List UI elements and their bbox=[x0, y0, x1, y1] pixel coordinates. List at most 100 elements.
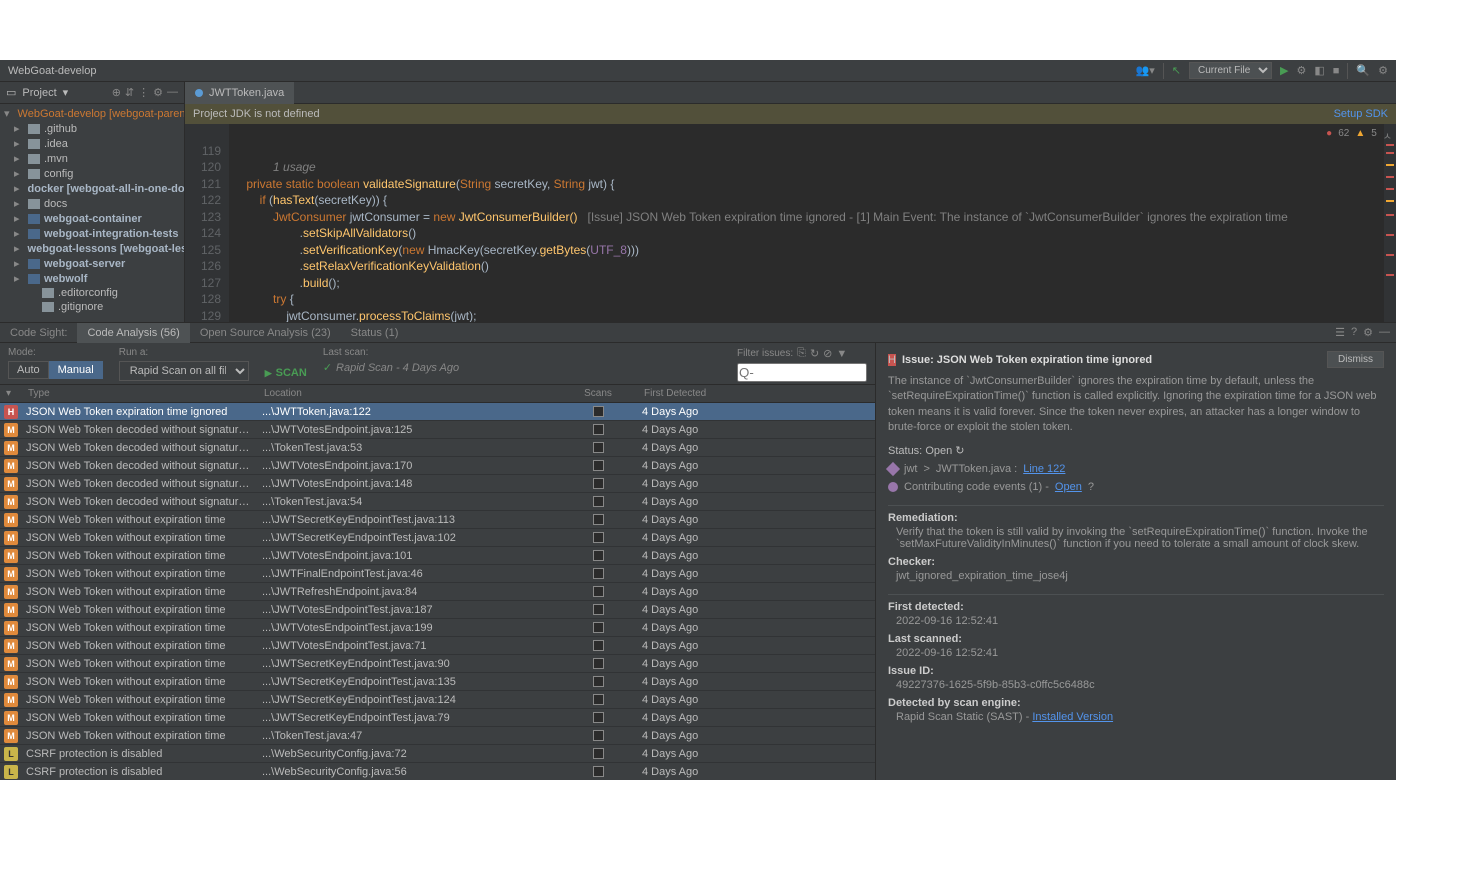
panel-tab[interactable]: Code Sight: bbox=[0, 323, 77, 343]
refresh-icon[interactable]: ↻ bbox=[810, 347, 819, 360]
tree-item[interactable]: ▸webgoat-container bbox=[0, 211, 184, 226]
table-row[interactable]: MJSON Web Token without expiration time.… bbox=[0, 511, 875, 529]
table-row[interactable]: MJSON Web Token without expiration time.… bbox=[0, 583, 875, 601]
tree-root[interactable]: ▾WebGoat-develop [webgoat-parent] bbox=[0, 106, 184, 121]
hammer-icon[interactable]: ↖ bbox=[1172, 64, 1181, 77]
gutter: 119120121122123124125126127128129 bbox=[185, 124, 229, 322]
last-scanned-value: 2022-09-16 12:52:41 bbox=[888, 647, 1384, 659]
table-row[interactable]: HJSON Web Token expiration time ignored.… bbox=[0, 403, 875, 421]
hide-icon[interactable]: — bbox=[167, 86, 178, 99]
coverage-icon[interactable]: ◧ bbox=[1314, 64, 1324, 77]
table-row[interactable]: MJSON Web Token decoded without signatur… bbox=[0, 439, 875, 457]
th-detected[interactable]: First Detected bbox=[638, 388, 875, 399]
debug-icon[interactable]: ⚙ bbox=[1296, 64, 1306, 77]
table-row[interactable]: MJSON Web Token without expiration time.… bbox=[0, 655, 875, 673]
java-icon bbox=[195, 89, 203, 97]
issues-table[interactable]: ▾ Type Location Scans First Detected HJS… bbox=[0, 385, 875, 780]
settings-icon[interactable]: ⚙ bbox=[153, 86, 163, 99]
th-scans[interactable]: Scans bbox=[558, 388, 638, 399]
stop-icon[interactable]: ■ bbox=[1333, 65, 1340, 77]
tree-item[interactable]: ▸webgoat-integration-tests bbox=[0, 226, 184, 241]
jdk-warning-bar: Project JDK is not defined Setup SDK bbox=[185, 104, 1396, 124]
engine-prefix: Rapid Scan Static (SAST) - bbox=[896, 711, 1029, 723]
events-open-link[interactable]: Open bbox=[1055, 481, 1082, 493]
scan-button[interactable]: SCAN bbox=[265, 367, 307, 379]
gear-icon[interactable]: ⚙ bbox=[1378, 64, 1388, 77]
tree-item[interactable]: ▸webgoat-lessons [webgoat-lessons bbox=[0, 241, 184, 256]
target-icon[interactable]: ⊕ bbox=[112, 86, 121, 99]
project-tree[interactable]: ▾WebGoat-develop [webgoat-parent] ▸.gith… bbox=[0, 104, 184, 322]
table-row[interactable]: MJSON Web Token without expiration time.… bbox=[0, 691, 875, 709]
line-link[interactable]: Line 122 bbox=[1023, 463, 1065, 475]
table-row[interactable]: LCSRF protection is disabled...\WebSecur… bbox=[0, 745, 875, 763]
bullet-icon bbox=[888, 482, 898, 492]
engine-link[interactable]: Installed Version bbox=[1032, 711, 1113, 723]
hide-panel-icon[interactable]: — bbox=[1379, 326, 1390, 339]
editor-tabs: JWTToken.java bbox=[185, 82, 1396, 104]
project-header: ▭ Project ▾ ⊕ ⇵ ⋮ ⚙ — bbox=[0, 82, 184, 104]
panel-tab[interactable]: Open Source Analysis (23) bbox=[190, 323, 341, 343]
play-icon[interactable]: ▶ bbox=[1280, 64, 1288, 77]
table-row[interactable]: MJSON Web Token without expiration time.… bbox=[0, 601, 875, 619]
th-location[interactable]: Location bbox=[258, 388, 558, 399]
collapse-icon[interactable]: ⋮ bbox=[138, 86, 149, 99]
panel-tabs: Code Sight: Code Analysis (56) Open Sour… bbox=[0, 323, 1396, 343]
th-type[interactable]: Type bbox=[22, 388, 258, 399]
table-row[interactable]: MJSON Web Token without expiration time.… bbox=[0, 529, 875, 547]
tree-item[interactable]: ▸docs bbox=[0, 196, 184, 211]
checker-label: Checker: bbox=[888, 556, 1384, 568]
help-icon[interactable]: ? bbox=[1351, 326, 1357, 339]
gear-icon[interactable]: ⚙ bbox=[1363, 326, 1373, 339]
error-strip[interactable]: ●62▲5ㅅ bbox=[1384, 124, 1396, 322]
code-body[interactable]: 1 usage private static boolean validateS… bbox=[229, 124, 1384, 322]
tree-item[interactable]: ▸webgoat-server bbox=[0, 256, 184, 271]
table-row[interactable]: MJSON Web Token without expiration time.… bbox=[0, 727, 875, 745]
tree-item[interactable]: ▸webwolf bbox=[0, 271, 184, 286]
issue-title: Issue: JSON Web Token expiration time ig… bbox=[902, 354, 1152, 366]
menu-icon[interactable]: ☰ bbox=[1335, 326, 1345, 339]
block-icon[interactable]: ⊘ bbox=[823, 347, 832, 360]
mode-manual[interactable]: Manual bbox=[49, 361, 103, 379]
project-title: Project bbox=[22, 87, 56, 99]
issue-detail-pane: H Issue: JSON Web Token expiration time … bbox=[876, 343, 1396, 780]
first-detected-value: 2022-09-16 12:52:41 bbox=[888, 615, 1384, 627]
tree-item[interactable]: ▸.mvn bbox=[0, 151, 184, 166]
filter-input[interactable] bbox=[737, 363, 867, 382]
tree-item[interactable]: .gitignore bbox=[0, 300, 184, 314]
table-row[interactable]: MJSON Web Token without expiration time.… bbox=[0, 547, 875, 565]
panel-tab[interactable]: Status (1) bbox=[341, 323, 409, 343]
help-icon[interactable]: ? bbox=[1088, 481, 1094, 493]
diamond-icon bbox=[886, 461, 900, 475]
tree-item[interactable]: ▸.github bbox=[0, 121, 184, 136]
table-row[interactable]: MJSON Web Token without expiration time.… bbox=[0, 619, 875, 637]
runa-select[interactable]: Rapid Scan on all files bbox=[119, 361, 249, 381]
setup-sdk-link[interactable]: Setup SDK bbox=[1334, 108, 1388, 120]
tab-jwttoken[interactable]: JWTToken.java bbox=[185, 82, 294, 104]
run-config-select[interactable]: Current File bbox=[1189, 62, 1272, 79]
expand-icon[interactable]: ⇵ bbox=[125, 86, 134, 99]
table-row[interactable]: MJSON Web Token decoded without signatur… bbox=[0, 493, 875, 511]
table-row[interactable]: MJSON Web Token decoded without signatur… bbox=[0, 457, 875, 475]
warning-count: 5 bbox=[1371, 128, 1377, 143]
refresh-icon[interactable]: ↻ bbox=[955, 445, 964, 457]
tree-item[interactable]: ▸.idea bbox=[0, 136, 184, 151]
tree-item[interactable]: .editorconfig bbox=[0, 286, 184, 300]
funnel-icon[interactable]: ▼ bbox=[836, 348, 847, 360]
user-icon[interactable]: 👥▾ bbox=[1136, 64, 1155, 77]
panel-tab[interactable]: Code Analysis (56) bbox=[77, 323, 189, 343]
table-row[interactable]: MJSON Web Token decoded without signatur… bbox=[0, 421, 875, 439]
table-row[interactable]: MJSON Web Token without expiration time.… bbox=[0, 637, 875, 655]
copy-icon[interactable]: ⎘ bbox=[797, 347, 806, 360]
remediation-label: Remediation: bbox=[888, 512, 1384, 524]
mode-auto[interactable]: Auto bbox=[8, 361, 49, 379]
table-row[interactable]: LCSRF protection is disabled...\WebSecur… bbox=[0, 763, 875, 780]
table-row[interactable]: MJSON Web Token decoded without signatur… bbox=[0, 475, 875, 493]
table-row[interactable]: MJSON Web Token without expiration time.… bbox=[0, 673, 875, 691]
dismiss-button[interactable]: Dismiss bbox=[1327, 351, 1384, 368]
tree-item[interactable]: ▸config bbox=[0, 166, 184, 181]
table-row[interactable]: MJSON Web Token without expiration time.… bbox=[0, 709, 875, 727]
filter-label: Filter issues: bbox=[737, 348, 793, 359]
tree-item[interactable]: ▸docker [webgoat-all-in-one-docke bbox=[0, 181, 184, 196]
table-row[interactable]: MJSON Web Token without expiration time.… bbox=[0, 565, 875, 583]
search-icon[interactable]: 🔍 bbox=[1356, 64, 1370, 77]
